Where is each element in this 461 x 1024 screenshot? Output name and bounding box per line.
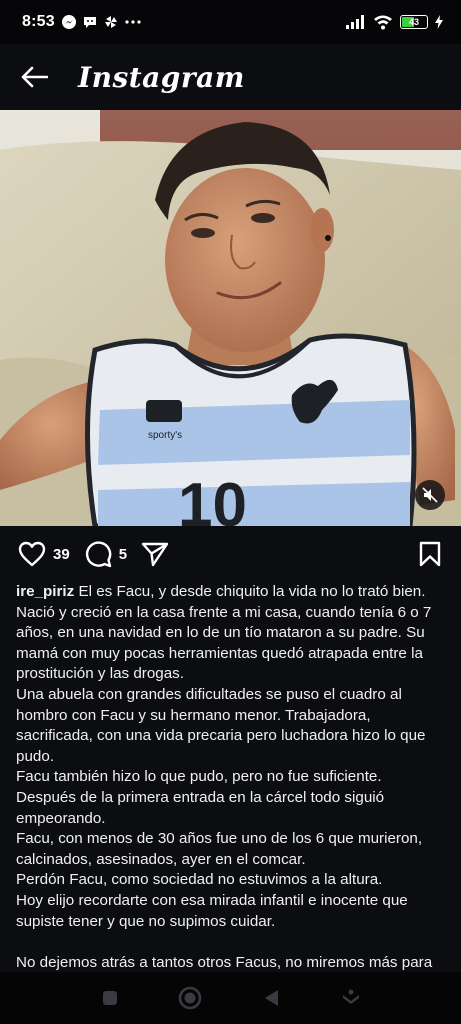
pinwheel-icon — [104, 16, 117, 28]
photo-illustration: sporty's 10 — [0, 110, 461, 526]
username-link[interactable]: ire_piriz — [16, 583, 74, 600]
caption-paragraph: Facu, con menos de 30 años fue uno de lo… — [16, 830, 423, 868]
save-button[interactable] — [419, 541, 441, 567]
caption-paragraph: Hoy elijo recordarte con esa mirada infa… — [16, 891, 408, 930]
more-dots-icon — [125, 20, 141, 24]
bookmark-icon — [419, 541, 441, 567]
caption-paragraph: Una abuela con grandes dificultades se p… — [16, 685, 426, 765]
caption-paragraph: ire_piriz El es Facu, y desde chiquito l… — [16, 582, 448, 685]
heart-icon — [18, 541, 46, 567]
assistant-button[interactable] — [331, 978, 371, 1018]
messenger-icon — [61, 15, 76, 29]
like-count: 39 — [53, 545, 70, 563]
chat-bubble-icon — [83, 17, 96, 28]
battery-level: 43 — [408, 17, 419, 27]
notification-icons — [61, 14, 142, 30]
charging-bolt-icon — [435, 15, 443, 29]
share-button[interactable] — [141, 541, 169, 567]
arrow-left-icon — [21, 66, 48, 88]
muted-speaker-icon — [422, 487, 438, 503]
system-back-button[interactable] — [251, 978, 291, 1018]
home-button[interactable] — [170, 978, 210, 1018]
caption-paragraph: Facu también hizo lo que pudo, pero no f… — [16, 768, 382, 786]
app-header: Instagram — [0, 44, 461, 110]
assistant-icon — [342, 989, 359, 1004]
send-paper-plane-icon — [141, 542, 169, 567]
caption-paragraph: Perdón Facu, como sociedad no estuvimos … — [16, 871, 383, 889]
signal-icon — [346, 15, 364, 29]
home-circle-icon — [179, 986, 202, 1010]
mute-button[interactable] — [415, 480, 445, 510]
battery-icon: 43 — [400, 15, 428, 29]
recents-square-icon — [103, 991, 118, 1005]
back-button[interactable] — [18, 61, 50, 93]
caption-text: El es Facu, y desde chiquito la vida no … — [16, 583, 432, 683]
svg-text:sporty's: sporty's — [148, 430, 182, 441]
svg-text:10: 10 — [178, 471, 247, 526]
post-actions: 39 5 — [0, 526, 461, 582]
comment-button[interactable]: 5 — [84, 540, 127, 568]
wifi-icon — [374, 15, 392, 30]
recents-button[interactable] — [90, 978, 130, 1018]
comment-bubble-icon — [85, 541, 111, 568]
status-bar: 8:53 43 — [0, 0, 461, 44]
post-caption: ire_piriz El es Facu, y desde chiquito l… — [16, 582, 448, 994]
app-title: Instagram — [78, 60, 245, 94]
post-photo[interactable]: sporty's 10 — [0, 110, 461, 526]
like-button[interactable]: 39 — [18, 541, 70, 567]
status-time: 8:53 — [22, 13, 55, 30]
caption-paragraph: Después de la primera entrada en la cárc… — [16, 788, 385, 827]
back-triangle-icon — [264, 990, 278, 1006]
system-navigation-bar — [0, 972, 461, 1024]
system-icons: 43 — [346, 14, 443, 30]
comment-count: 5 — [118, 545, 128, 563]
